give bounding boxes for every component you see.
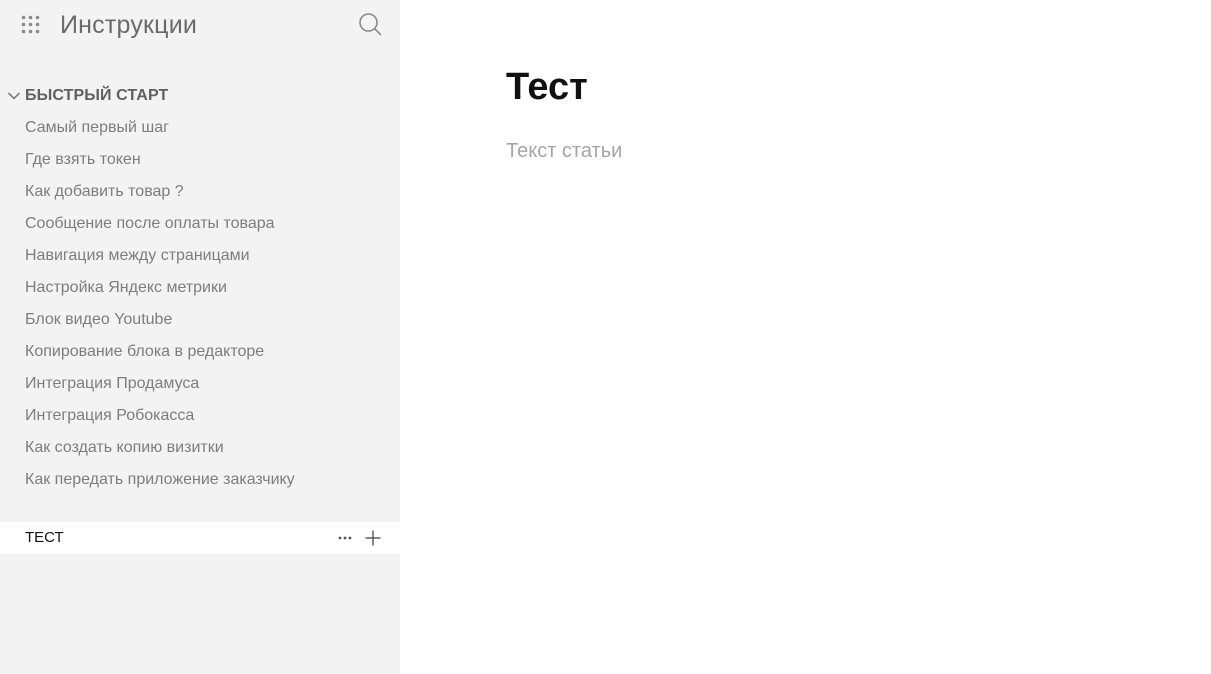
nav-item[interactable]: Как добавить товар ?	[0, 176, 400, 208]
nav-item[interactable]: Навигация между страницами	[0, 240, 400, 272]
article-area: Тест Текст статьи	[400, 0, 1211, 674]
sidebar-item-active[interactable]: ТЕСТ	[0, 522, 400, 554]
nav-item[interactable]: Блок видео Youtube	[0, 304, 400, 336]
nav-item[interactable]: Настройка Яндекс метрики	[0, 272, 400, 304]
plus-icon[interactable]	[364, 529, 382, 547]
more-horizontal-icon[interactable]	[336, 530, 354, 546]
nav-item[interactable]: Как передать приложение заказчику	[0, 464, 400, 496]
nav-item[interactable]: Интеграция Робокасса	[0, 400, 400, 432]
article-body-placeholder[interactable]: Текст статьи	[506, 138, 622, 164]
nav-item[interactable]: Интеграция Продамуса	[0, 368, 400, 400]
nav-item[interactable]: Сообщение после оплаты товара	[0, 208, 400, 240]
nav-item[interactable]: Как создать копию визитки	[0, 432, 400, 464]
nav-item[interactable]: Где взять токен	[0, 144, 400, 176]
sidebar-header: Инструкции	[0, 0, 400, 50]
section-header-quick-start[interactable]: БЫСТРЫЙ СТАРТ	[0, 82, 400, 108]
active-item-label: ТЕСТ	[25, 529, 64, 546]
chevron-down-icon	[7, 89, 21, 103]
nav-item[interactable]: Копирование блока в редакторе	[0, 336, 400, 368]
search-icon[interactable]	[358, 12, 382, 36]
article-title[interactable]: Тест	[506, 64, 588, 110]
sidebar: Инструкции БЫСТРЫЙ СТАРТ Самый первый ша…	[0, 0, 400, 674]
nav-list: Самый первый шаг Где взять токен Как доб…	[0, 112, 400, 496]
grid-dots-icon[interactable]	[21, 15, 40, 34]
nav-item[interactable]: Самый первый шаг	[0, 112, 400, 144]
app-root: Инструкции БЫСТРЫЙ СТАРТ Самый первый ша…	[0, 0, 1211, 674]
section-title: БЫСТРЫЙ СТАРТ	[25, 87, 169, 104]
app-title: Инструкции	[60, 11, 198, 39]
